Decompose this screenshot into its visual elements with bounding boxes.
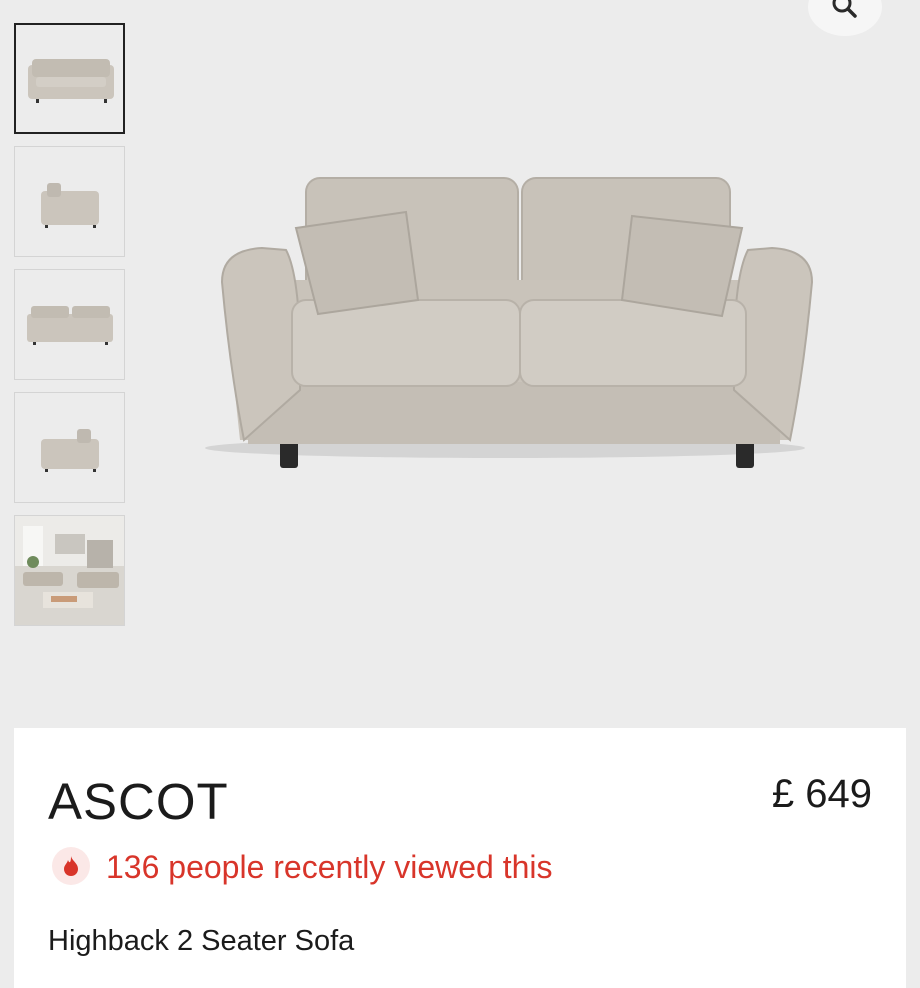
thumbnail-angled-side[interactable]	[14, 392, 125, 503]
product-gallery	[0, 0, 920, 728]
product-main-image	[205, 177, 814, 468]
product-name: ASCOT	[48, 773, 229, 830]
magnifier-icon	[832, 0, 857, 18]
thumbnail-list	[14, 23, 127, 638]
recently-viewed-text: 136 people recently viewed this	[106, 849, 553, 885]
product-description: Highback 2 Seater Sofa	[48, 925, 355, 957]
zoom-button[interactable]	[808, 0, 882, 36]
fire-icon	[52, 847, 90, 885]
product-price: £ 649	[771, 772, 872, 816]
thumbnail-room-scene[interactable]	[14, 515, 125, 626]
thumbnail-side[interactable]	[14, 146, 125, 257]
thumbnail-back[interactable]	[14, 269, 125, 380]
thumbnail-front[interactable]	[14, 23, 125, 134]
product-info-card: ASCOT £ 649 136 people recently viewed t…	[14, 728, 906, 988]
